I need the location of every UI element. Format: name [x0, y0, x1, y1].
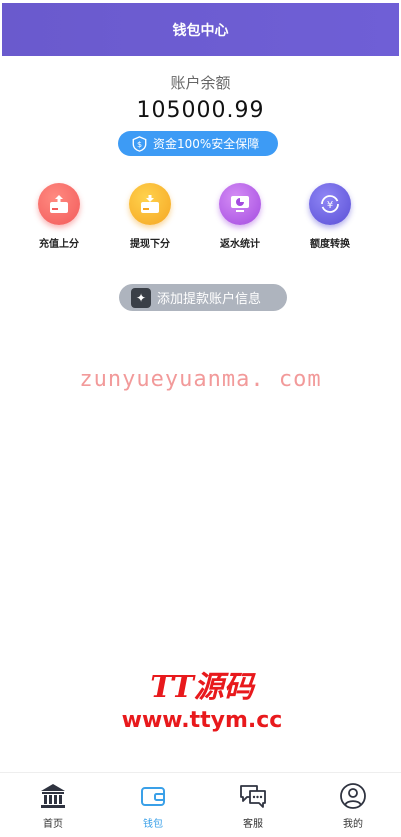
stats-icon [219, 183, 261, 225]
home-icon [41, 784, 65, 808]
chat-icon [240, 785, 266, 808]
tab-support[interactable]: 客服 [223, 781, 283, 830]
exchange-button[interactable]: ¥ 额度转换 [290, 183, 370, 250]
user-icon [340, 783, 366, 809]
balance-value: 105000.99 [136, 98, 265, 123]
add-account-label: 添加提款账户信息 [157, 292, 262, 307]
card-add-icon: ✦ [131, 287, 151, 308]
wallet-icon [141, 787, 165, 806]
exchange-icon: ¥ [309, 183, 351, 225]
watermark-text: zunyueyuanma. com [79, 367, 322, 392]
rebate-stats-button[interactable]: 返水统计 [200, 183, 280, 250]
page-title: 钱包中心 [172, 22, 229, 39]
page-header: 钱包中心 [2, 3, 399, 56]
tab-home[interactable]: 首页 [23, 781, 83, 830]
withdraw-button[interactable]: 提现下分 [110, 183, 190, 250]
action-grid: 充值上分 提现下分 返水统计 ¥ 额度转换 [0, 183, 401, 253]
tab-profile-label: 我的 [343, 819, 363, 830]
tab-profile[interactable]: 我的 [323, 781, 383, 830]
withdraw-icon [129, 183, 171, 225]
svg-text:$: $ [137, 140, 142, 149]
security-badge-label: 资金100%安全保障 [153, 137, 260, 151]
add-withdraw-account-button[interactable]: ✦ 添加提款账户信息 [119, 284, 287, 311]
bottom-tab-bar: 首页 钱包 客服 我的 [0, 772, 401, 837]
svg-text:¥: ¥ [327, 200, 333, 211]
shield-icon: $ [132, 135, 147, 152]
tab-wallet[interactable]: 钱包 [123, 781, 183, 830]
deposit-button[interactable]: 充值上分 [19, 183, 99, 250]
tab-home-label: 首页 [43, 819, 63, 830]
deposit-icon [38, 183, 80, 225]
ttym-logo: TT源码 www.ttym.cc [122, 670, 283, 733]
tab-support-label: 客服 [243, 819, 263, 830]
deposit-label: 充值上分 [39, 239, 79, 250]
withdraw-label: 提现下分 [130, 239, 170, 250]
exchange-label: 额度转换 [310, 239, 350, 250]
balance-label: 账户余额 [170, 74, 231, 92]
svg-text:www.ttym.cc: www.ttym.cc [122, 708, 283, 733]
tab-wallet-label: 钱包 [143, 819, 163, 830]
rebate-stats-label: 返水统计 [220, 239, 260, 250]
svg-text:TT源码: TT源码 [150, 670, 257, 705]
security-badge: $ 资金100%安全保障 [118, 131, 278, 156]
